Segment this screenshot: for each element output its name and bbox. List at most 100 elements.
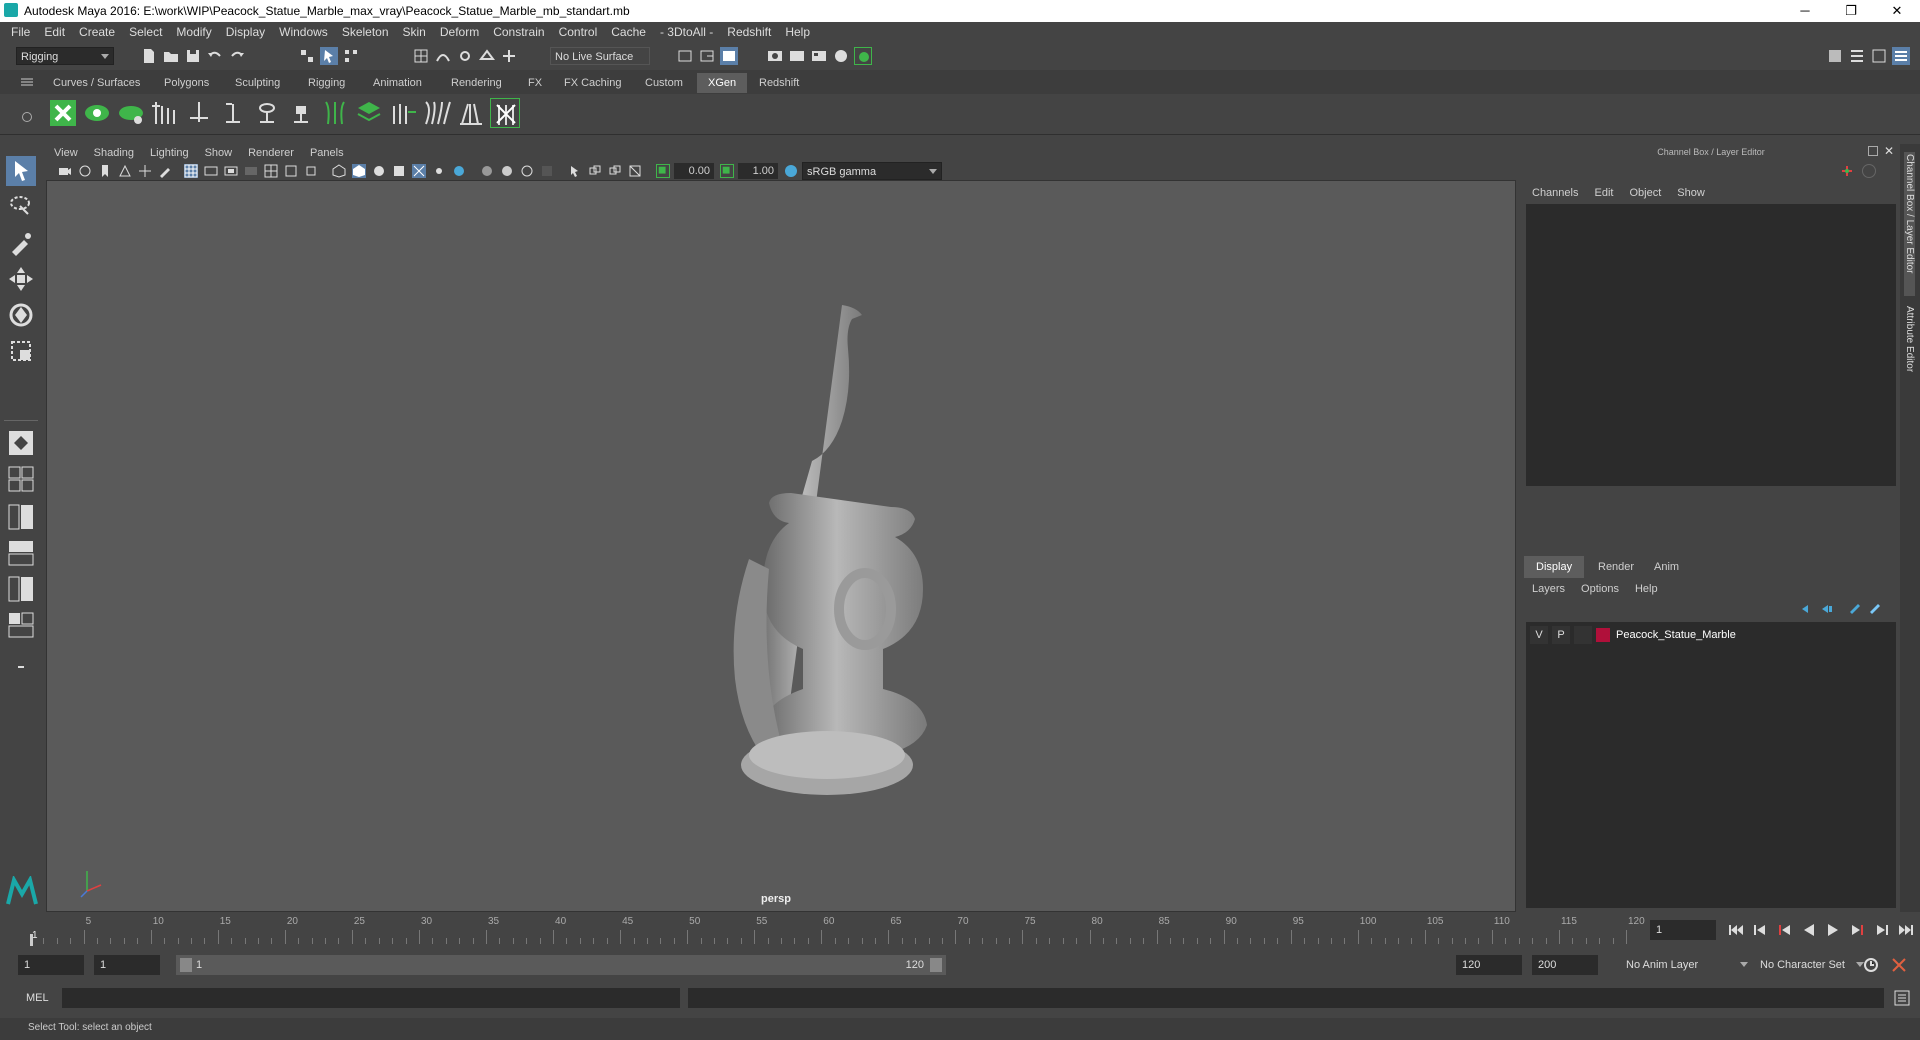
gamma-icon[interactable] xyxy=(720,164,734,178)
step-back-key-icon[interactable] xyxy=(1777,923,1793,937)
move-layer-up-icon[interactable] xyxy=(1800,602,1814,616)
viewport-menu-lighting[interactable]: Lighting xyxy=(142,144,197,162)
backface-culling-icon[interactable] xyxy=(628,164,642,178)
tool-settings-toggle-icon[interactable] xyxy=(1870,47,1888,65)
wireframe-on-shaded-icon[interactable] xyxy=(372,164,386,178)
menu-select[interactable]: Select xyxy=(122,22,169,42)
image-plane-icon[interactable] xyxy=(118,164,132,178)
channel-menu-channels[interactable]: Channels xyxy=(1524,184,1586,202)
snap-view-plane-icon[interactable] xyxy=(478,47,496,65)
tab-fx[interactable]: FX xyxy=(517,73,553,93)
layer-menu-help[interactable]: Help xyxy=(1627,580,1666,598)
layer-name[interactable]: Peacock_Statue_Marble xyxy=(1616,626,1736,644)
menu-create[interactable]: Create xyxy=(72,22,122,42)
undo-icon[interactable] xyxy=(206,47,224,65)
tab-rendering[interactable]: Rendering xyxy=(440,73,513,93)
safe-title-icon[interactable] xyxy=(304,164,318,178)
select-hierarchy-icon[interactable] xyxy=(298,47,316,65)
menu-redshift[interactable]: Redshift xyxy=(720,22,778,42)
xgen-guide-sculpt-icon[interactable] xyxy=(218,98,248,128)
tab-sculpting[interactable]: Sculpting xyxy=(224,73,291,93)
command-input[interactable] xyxy=(62,988,680,1008)
screen-space-ao-icon[interactable] xyxy=(452,164,466,178)
ipr-render-icon[interactable] xyxy=(788,47,806,65)
auto-key-icon[interactable] xyxy=(1862,956,1880,974)
four-view-layout-icon[interactable] xyxy=(6,464,36,494)
character-set-dropdown[interactable]: No Character Set xyxy=(1756,956,1868,974)
go-to-end-icon[interactable] xyxy=(1898,923,1914,937)
channel-box-toggle-icon[interactable] xyxy=(1892,47,1910,65)
play-forwards-icon[interactable] xyxy=(1825,923,1841,937)
depth-of-field-icon[interactable] xyxy=(520,164,534,178)
xgen-guide-visibility-icon[interactable] xyxy=(252,98,282,128)
tab-redshift[interactable]: Redshift xyxy=(748,73,810,93)
layer-playback-toggle[interactable]: P xyxy=(1552,626,1570,644)
toolbox-more-icon[interactable] xyxy=(6,652,36,682)
channel-menu-object[interactable]: Object xyxy=(1621,184,1669,202)
peacock-statue-model[interactable] xyxy=(687,297,937,807)
motion-blur-icon[interactable] xyxy=(480,164,494,178)
viewport-menu-view[interactable]: View xyxy=(46,144,86,162)
playback-start-field[interactable]: 1 xyxy=(94,955,160,975)
tab-animation[interactable]: Animation xyxy=(362,73,433,93)
xgen-preview-icon[interactable] xyxy=(82,98,112,128)
snap-grid-icon[interactable] xyxy=(412,47,430,65)
side-tab-attribute-editor[interactable]: Attribute Editor xyxy=(1904,304,1915,408)
persp-hypershade-layout-icon[interactable] xyxy=(6,574,36,604)
paint-select-tool-icon[interactable] xyxy=(6,228,36,258)
animation-preferences-icon[interactable] xyxy=(1890,956,1908,974)
grid-toggle-icon[interactable] xyxy=(184,164,198,178)
tab-xgen[interactable]: XGen xyxy=(697,73,748,93)
menu-modify[interactable]: Modify xyxy=(169,22,218,42)
xgen-layers-icon[interactable] xyxy=(354,98,384,128)
menu-control[interactable]: Control xyxy=(552,22,605,42)
persp-outliner-layout-icon[interactable] xyxy=(6,502,36,532)
side-tab-channel-box[interactable]: Channel Box / Layer Editor xyxy=(1904,152,1915,296)
current-time-marker[interactable] xyxy=(30,934,33,946)
new-layer-from-selection-icon[interactable] xyxy=(1868,602,1882,616)
current-frame-field[interactable]: 1 xyxy=(1650,920,1716,940)
save-scene-icon[interactable] xyxy=(184,47,202,65)
shelf-options-icon[interactable] xyxy=(22,112,32,122)
xgen-select-guide-icon[interactable] xyxy=(184,98,214,128)
step-forward-key-icon[interactable] xyxy=(1849,923,1865,937)
channel-menu-edit[interactable]: Edit xyxy=(1586,184,1621,202)
attribute-editor-toggle-icon[interactable] xyxy=(1848,47,1866,65)
isolate-select-icon[interactable] xyxy=(568,164,582,178)
channel-menu-show[interactable]: Show xyxy=(1669,184,1713,202)
xgen-guides-to-curves-icon[interactable] xyxy=(320,98,350,128)
color-management-icon[interactable] xyxy=(784,164,798,178)
range-slider[interactable]: 1 120 xyxy=(176,955,946,975)
modeling-toolkit-icon[interactable] xyxy=(1826,47,1844,65)
xgen-add-guide-icon[interactable] xyxy=(150,98,180,128)
xgen-create-description-icon[interactable] xyxy=(116,98,146,128)
command-language-label[interactable]: MEL xyxy=(26,992,49,1004)
menu-windows[interactable]: Windows xyxy=(272,22,335,42)
perspective-viewport[interactable]: persp xyxy=(46,180,1516,912)
textured-icon[interactable] xyxy=(392,164,406,178)
tab-polygons[interactable]: Polygons xyxy=(153,73,220,93)
menu-constrain[interactable]: Constrain xyxy=(486,22,551,42)
lasso-tool-icon[interactable] xyxy=(6,192,36,222)
new-scene-icon[interactable] xyxy=(140,47,158,65)
tab-curves-surfaces[interactable]: Curves / Surfaces xyxy=(42,73,151,93)
select-tool-icon[interactable] xyxy=(6,156,36,186)
step-back-frame-icon[interactable] xyxy=(1752,923,1768,937)
render-settings-icon[interactable] xyxy=(810,47,828,65)
script-editor-icon[interactable] xyxy=(1894,990,1910,1006)
menu-display[interactable]: Display xyxy=(219,22,272,42)
xgen-delete-guides-icon[interactable] xyxy=(490,98,520,128)
bookmark-icon[interactable] xyxy=(98,164,112,178)
menu-edit[interactable]: Edit xyxy=(37,22,72,42)
menuset-dropdown[interactable]: Rigging xyxy=(16,47,114,65)
animation-end-field[interactable]: 200 xyxy=(1532,955,1598,975)
tab-custom[interactable]: Custom xyxy=(634,73,694,93)
shadows-icon[interactable] xyxy=(432,164,446,178)
menu-file[interactable]: File xyxy=(4,22,37,42)
channel-box-area[interactable] xyxy=(1526,204,1896,486)
select-component-icon[interactable] xyxy=(342,47,360,65)
xray-icon[interactable] xyxy=(540,164,554,178)
menu-help[interactable]: Help xyxy=(778,22,817,42)
scale-tool-icon[interactable] xyxy=(6,336,36,366)
shelf-menu-icon[interactable] xyxy=(20,76,34,88)
